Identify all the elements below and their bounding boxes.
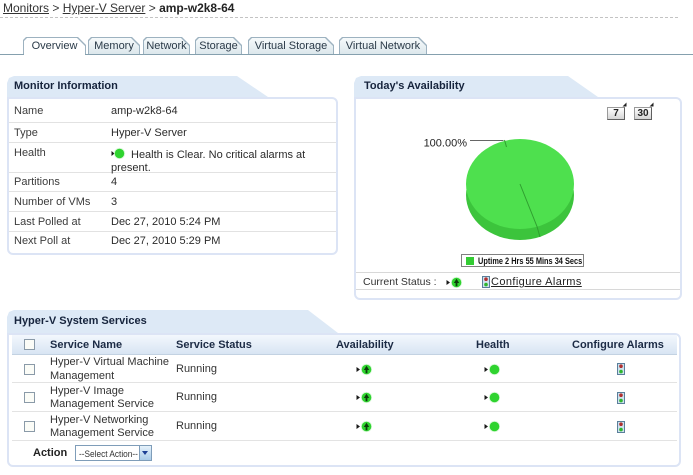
svg-text:100.00%: 100.00%: [424, 138, 468, 150]
